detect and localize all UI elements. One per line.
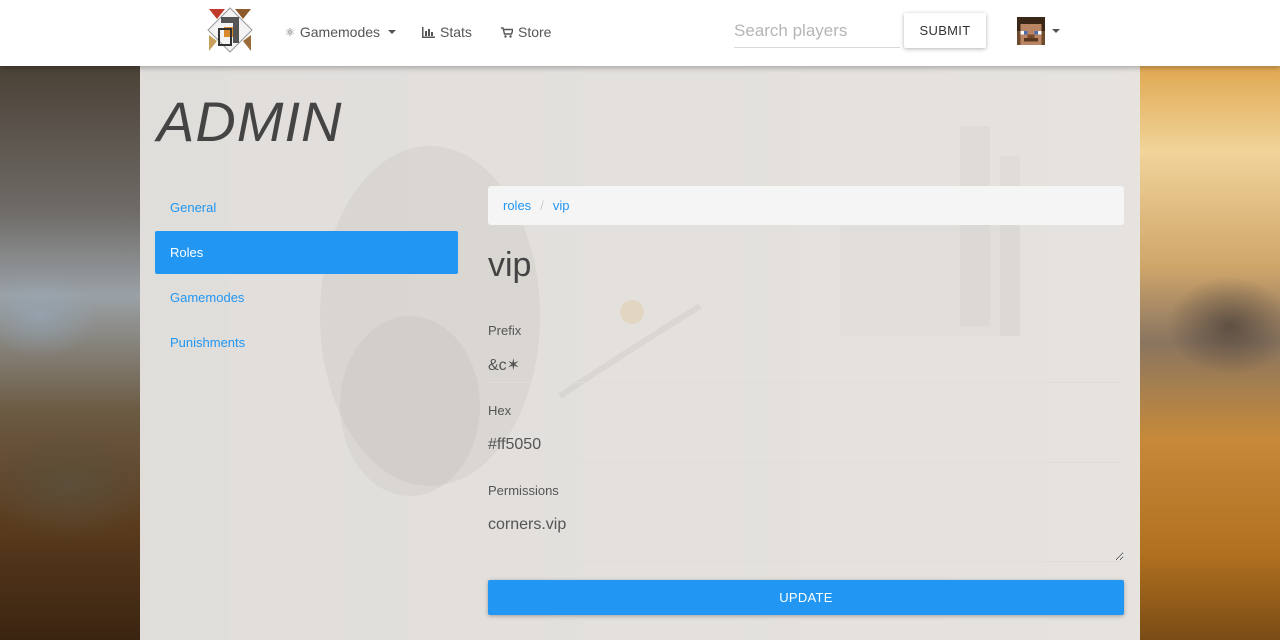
nav-stats[interactable]: Stats <box>422 22 472 42</box>
breadcrumb: roles / vip <box>488 186 1124 225</box>
permissions-label: Permissions <box>488 483 559 498</box>
chevron-down-icon <box>1052 29 1060 33</box>
breadcrumb-separator: / <box>540 198 544 213</box>
role-name-heading: vip <box>488 246 532 284</box>
sidebar-item-general[interactable]: General <box>155 186 458 229</box>
chevron-down-icon <box>388 30 397 34</box>
background-art-right <box>1140 66 1280 640</box>
page-title: ADMIN <box>157 90 343 153</box>
background-art-left <box>0 66 140 640</box>
navbar: ⚛ Gamemodes Stats Store SUBMIT <box>0 0 1280 66</box>
prefix-label: Prefix <box>488 323 522 338</box>
update-button[interactable]: UPDATE <box>488 580 1124 615</box>
user-menu[interactable] <box>1017 17 1060 45</box>
prefix-field[interactable] <box>488 347 1124 383</box>
nav-store-label: Store <box>518 24 552 40</box>
site-logo[interactable] <box>207 7 253 53</box>
permissions-field[interactable]: corners.vip <box>488 510 1124 562</box>
search-players-input[interactable] <box>734 14 900 48</box>
breadcrumb-vip[interactable]: vip <box>553 198 570 213</box>
shopping-cart-icon <box>501 26 513 38</box>
admin-sidebar: General Roles Gamemodes Punishments <box>155 186 458 366</box>
admin-panel: ADMIN General Roles Gamemodes Punishment… <box>140 66 1140 640</box>
player-head-icon <box>1017 17 1045 45</box>
nav-gamemodes-label: Gamemodes <box>299 24 381 40</box>
submit-button[interactable]: SUBMIT <box>904 13 986 48</box>
bar-chart-icon <box>422 26 435 38</box>
hex-label: Hex <box>488 403 512 418</box>
hex-field[interactable] <box>488 427 1124 463</box>
sidebar-item-punishments[interactable]: Punishments <box>155 321 458 364</box>
gamepad-icon: ⚛ <box>285 26 295 39</box>
sidebar-item-roles[interactable]: Roles <box>155 231 458 274</box>
nav-stats-label: Stats <box>440 24 472 40</box>
sidebar-item-gamemodes[interactable]: Gamemodes <box>155 276 458 319</box>
nav-gamemodes[interactable]: ⚛ Gamemodes <box>285 22 397 42</box>
breadcrumb-roles[interactable]: roles <box>503 198 531 213</box>
nav-store[interactable]: Store <box>501 22 551 42</box>
